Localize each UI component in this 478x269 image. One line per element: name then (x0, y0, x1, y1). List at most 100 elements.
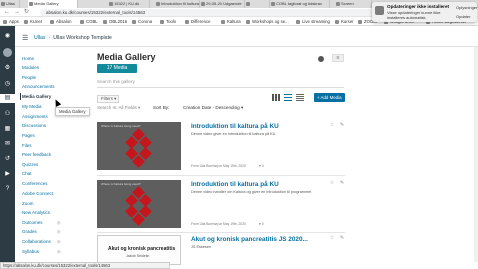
edit-icon[interactable]: ✎ (339, 180, 345, 186)
course-nav-discussions[interactable]: Discussions (22, 123, 46, 128)
sort-label: Sort By: (153, 105, 170, 110)
add-media-button[interactable]: + Add Media (314, 93, 345, 102)
owner-icon (318, 56, 324, 62)
course-nav-home[interactable]: Home (22, 56, 34, 61)
notification-title: Opdateringer ikke installeret (387, 4, 450, 9)
list-view-icon[interactable] (284, 94, 292, 101)
edit-icon[interactable]: ✎ (339, 122, 345, 128)
bookmark-item[interactable]: Apps (3, 18, 19, 25)
gallery-search-input[interactable]: Search this gallery (97, 77, 297, 86)
media-title-link[interactable]: Introduktion til kaltura på KU (191, 181, 279, 188)
bookmark-item[interactable]: Kurser (335, 18, 354, 25)
favorite-icon[interactable]: ☆ (329, 235, 335, 241)
course-nav-media-gallery[interactable]: Media Gallery (19, 93, 51, 100)
course-nav-chat[interactable]: Chat (22, 171, 32, 176)
dashboard-icon[interactable]: ◷ (3, 80, 12, 89)
breadcrumb-course-link[interactable]: Ullas (34, 35, 46, 41)
course-nav-adobe-connect[interactable]: Adobe Connect (22, 191, 53, 196)
course-nav-assignments[interactable]: Assignments (22, 114, 48, 119)
calendar-icon[interactable]: ▦ (3, 125, 12, 134)
courses-icon[interactable]: ▤ (0, 94, 15, 103)
media-count-badge: 17 Media (97, 64, 137, 73)
status-bar: https://absalon.ku.dk/courses/15322/exte… (0, 262, 170, 269)
course-nav-people[interactable]: People (22, 75, 36, 80)
favicon-icon (1, 2, 5, 6)
favicon-icon (156, 2, 160, 6)
account-icon[interactable] (3, 48, 12, 57)
course-nav-announcements[interactable]: Announcements (22, 84, 55, 89)
course-nav-grades[interactable]: Grades (22, 229, 37, 234)
back-icon[interactable]: ← (4, 9, 10, 16)
search-in-select[interactable]: Search In: All Fields ▾ (97, 105, 140, 111)
bookmark-item[interactable]: Workshops og se... (246, 18, 289, 25)
detailed-view-icon[interactable] (296, 94, 304, 101)
course-nav-files[interactable]: Files (22, 143, 32, 148)
media-likes: ♥ 0 (259, 164, 264, 168)
edit-icon[interactable]: ✎ (339, 235, 345, 241)
logo-icon[interactable]: ◉ (3, 32, 12, 41)
course-nav-conferences[interactable]: Conferences (22, 181, 48, 186)
browser-tab[interactable]: COBL tagforat og tidskrav (270, 0, 330, 8)
bookmark-item[interactable]: OBL2016 (103, 18, 127, 25)
browser-tab[interactable] (245, 0, 270, 8)
course-nav-collaborations[interactable]: Collaborations (22, 239, 51, 244)
bookmark-item[interactable]: KUnet (24, 18, 42, 25)
media-meta: From Ulla Bomhøj on May 19th, 2020 (191, 222, 246, 226)
forward-icon[interactable]: → (14, 9, 20, 16)
grid-view-icon[interactable] (272, 94, 280, 101)
reload-icon[interactable]: ↻ (24, 9, 29, 16)
breadcrumb-separator-icon: › (48, 35, 51, 41)
browser-tab[interactable]: Ullas (0, 0, 20, 8)
course-nav-pages[interactable]: Pages (22, 133, 35, 138)
media-description: Denne video giver en introduktion til ka… (191, 132, 276, 136)
studio-icon[interactable]: ▶ (3, 170, 12, 179)
course-nav-peer-feedback[interactable]: Peer feedback (22, 152, 51, 157)
breadcrumb: Ullas › Ullas Workshop Template (34, 35, 112, 41)
history-icon[interactable]: ↺ (3, 155, 12, 164)
course-nav-outcomes[interactable]: Outcomes (22, 220, 43, 225)
hidden-eye-icon: ◎ (57, 229, 61, 234)
favorite-icon[interactable]: ☆ (329, 180, 335, 186)
sort-select[interactable]: Creation Date - Descending ▾ (183, 105, 243, 111)
course-nav-syllabus[interactable]: Syllabus (22, 249, 39, 254)
bookmark-item[interactable]: Absalon (50, 18, 72, 25)
favicon-icon (336, 2, 340, 6)
update-button[interactable]: Opdater (456, 14, 470, 19)
course-nav-my-media[interactable]: My Media (22, 104, 42, 109)
details-button[interactable]: Oplysninger (456, 5, 477, 10)
media-title-link[interactable]: Akut og kronisk pancreatitis JS 2020... (191, 236, 308, 243)
course-nav-zoom[interactable]: Zoom (22, 201, 34, 206)
page-scrollbar[interactable] (474, 47, 478, 262)
bookmark-item[interactable]: Tools (160, 18, 176, 25)
gallery-actions-menu-icon[interactable]: ≡ (332, 54, 344, 62)
url-field[interactable]: absalon.ku.dk/courses/15322/external_too… (40, 9, 380, 16)
help-icon[interactable]: ? (3, 185, 12, 194)
favorite-icon[interactable]: ☆ (329, 122, 335, 128)
filters-button[interactable]: Filters ▾ (97, 95, 119, 103)
bookmark-item[interactable]: Kaltura (221, 18, 241, 25)
bookmark-item[interactable]: Corona (132, 18, 152, 25)
favicon-icon (109, 2, 113, 6)
media-description: JS Eskesen (191, 245, 212, 249)
bookmark-item[interactable]: COBL (80, 18, 98, 25)
browser-tab[interactable]: Introduktion til kultura (155, 0, 200, 8)
browser-tab-active[interactable]: Media Gallery (28, 0, 78, 8)
course-nav-quizzes[interactable]: Quizzes (22, 162, 38, 167)
bookmark-item[interactable]: Difference (185, 18, 211, 25)
media-thumbnail[interactable]: Where is Kaltura being used? (97, 122, 181, 170)
groups-icon[interactable]: ⚇ (3, 110, 12, 119)
media-thumbnail[interactable]: Akut og kronisk pancreatitis Jakob Seide… (97, 235, 181, 265)
nav-tooltip: Media Gallery (55, 107, 90, 116)
admin-icon[interactable]: ⚙ (3, 64, 12, 73)
media-title-link[interactable]: Introduktion til kaltura på KU (191, 123, 279, 130)
browser-tab[interactable]: 15322 | KU.dk (108, 0, 150, 8)
course-nav-new-analytics[interactable]: New Analytics (22, 210, 50, 215)
browser-tab[interactable]: Screen (335, 0, 372, 8)
course-nav-modules[interactable]: Modules (22, 65, 39, 70)
bookmark-item[interactable]: Live streaming (296, 18, 330, 25)
slide-diagram (125, 186, 152, 226)
course-menu-icon[interactable]: ☰ (22, 34, 28, 42)
media-thumbnail[interactable]: Where is Kaltura being used? (97, 180, 181, 228)
inbox-icon[interactable]: ✉ (3, 140, 12, 149)
browser-tab[interactable]: 29-05-20 Udgaende (200, 0, 245, 8)
